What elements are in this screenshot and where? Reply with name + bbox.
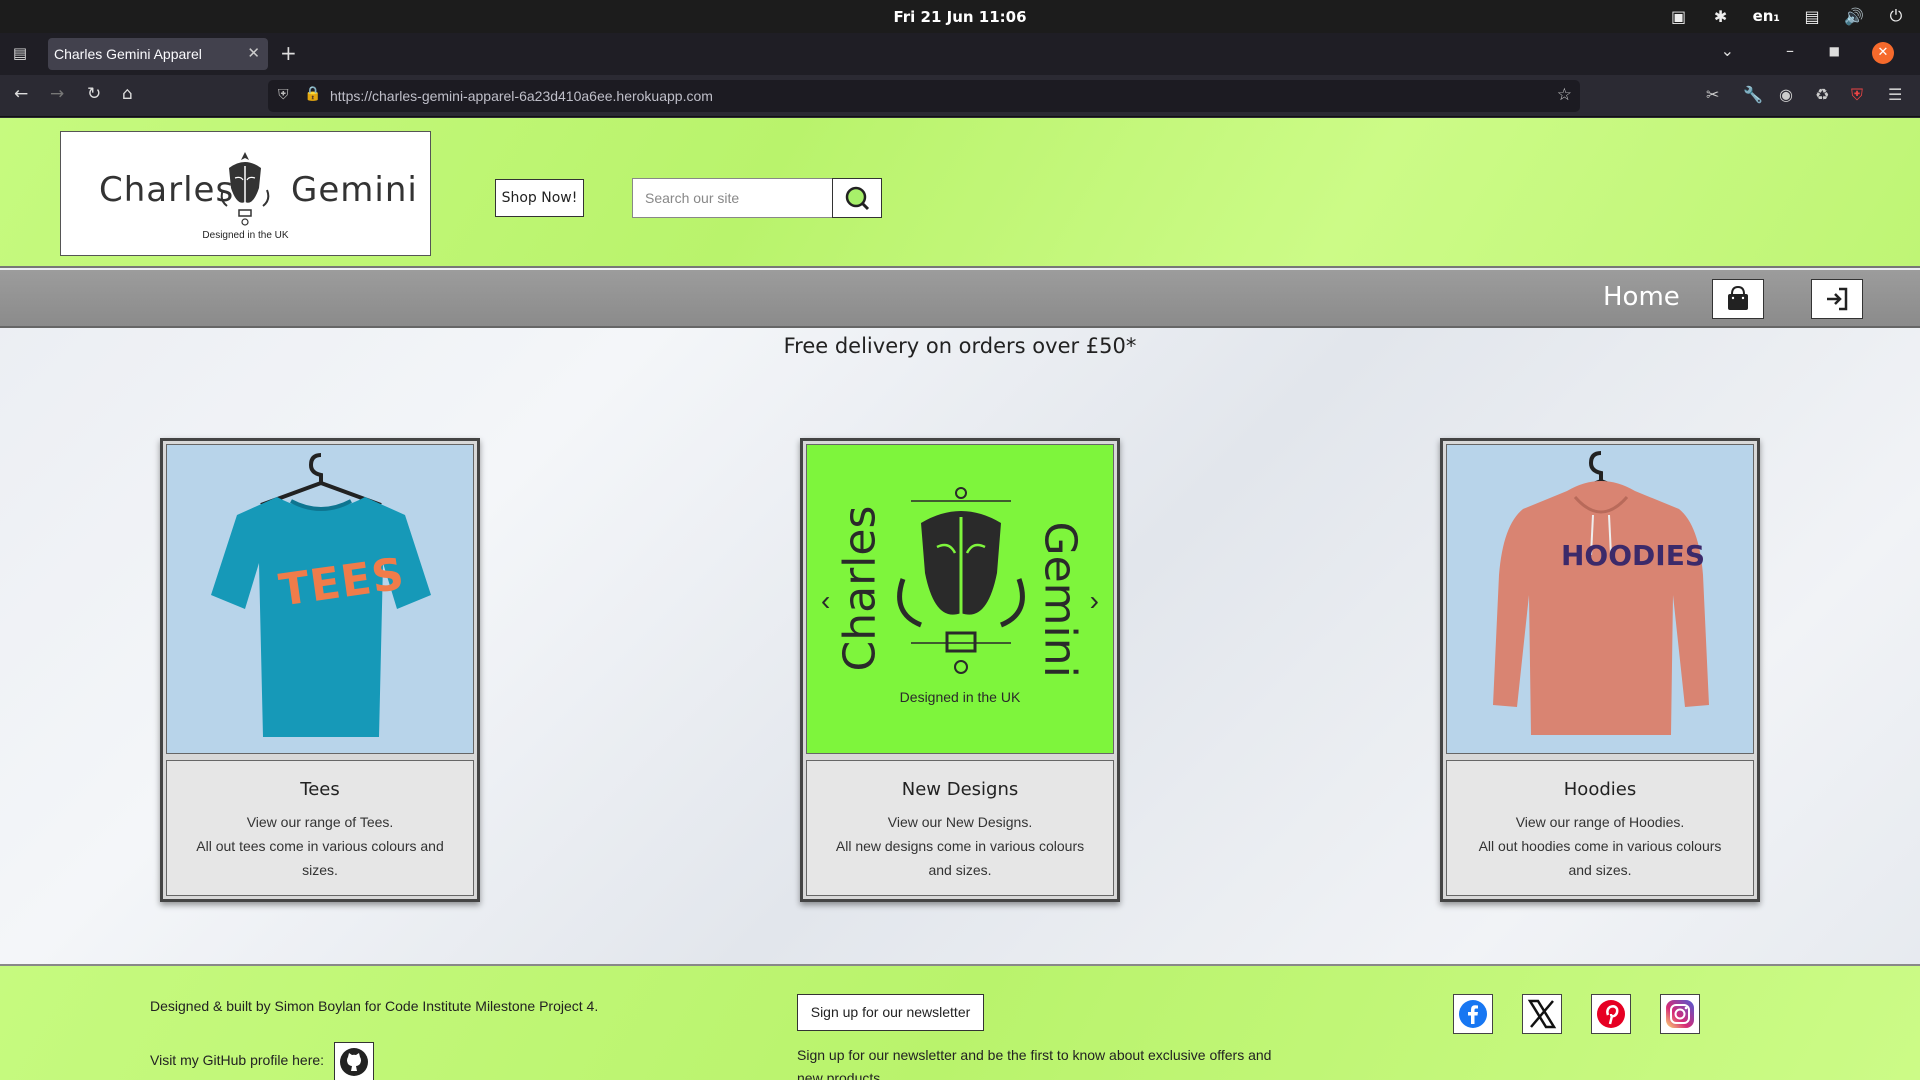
maximize-icon[interactable]: ■ [1829, 44, 1840, 58]
new-designs-tagline: Designed in the UK [899, 689, 1021, 705]
language-indicator[interactable]: en₁ [1753, 7, 1780, 25]
new-designs-word-right: Gemini [1034, 521, 1086, 678]
delivery-promo-banner: Free delivery on orders over £50* [783, 334, 1137, 358]
new-designs-word-left: Charles [834, 505, 886, 672]
card-title[interactable]: Hoodies [1447, 779, 1753, 800]
nav-home-link[interactable]: Home [1603, 282, 1680, 312]
browser-toolbar: ← → ↻ ⌂ ⛨ 🔒 https://charles-gemini-appar… [0, 75, 1920, 117]
tees-image[interactable]: TEES [166, 444, 474, 754]
search-icon [845, 186, 870, 211]
browser-tab-bar: ▤ Charles Gemini Apparel ✕ + ⌄ – ■ ✕ [0, 33, 1920, 75]
search-input[interactable] [632, 178, 833, 218]
display-icon[interactable]: ▣ [1669, 6, 1689, 26]
search-button[interactable] [832, 178, 882, 218]
hoodies-print-text: HOODIES [1561, 539, 1705, 572]
extensions-puzzle-icon[interactable]: ♻ [1815, 85, 1829, 104]
logo-word-right: Gemini [291, 170, 418, 210]
pinterest-icon [1597, 1000, 1625, 1028]
tab-list-chevron-icon[interactable]: ⌄ [1721, 41, 1734, 60]
card-line-2: All out tees come in various colours and… [196, 838, 444, 878]
extensions-tray-icon[interactable]: ✱ [1711, 6, 1731, 26]
site-footer: Designed & built by Simon Boylan for Cod… [0, 964, 1920, 1080]
logo-tagline: Designed in the UK [202, 230, 289, 241]
card-title[interactable]: New Designs [807, 779, 1113, 800]
card-line-2: All new designs come in various colours … [835, 838, 1085, 878]
tab-close-icon[interactable]: ✕ [247, 44, 260, 62]
web-page: Charles Gemini Designed in the UK Shop N… [0, 118, 1920, 1080]
logo-word-left: Charles [99, 170, 235, 210]
bookmark-star-icon[interactable]: ☆ [1557, 85, 1572, 105]
github-label: Visit my GitHub profile here: [150, 1052, 325, 1068]
card-line-2: All out hoodies come in various colours … [1478, 838, 1722, 878]
shopping-bag-button[interactable] [1712, 279, 1764, 319]
site-logo[interactable]: Charles Gemini Designed in the UK [60, 131, 431, 256]
shopping-bag-icon [1728, 285, 1748, 310]
card-title[interactable]: Tees [167, 779, 473, 800]
x-link[interactable] [1522, 994, 1562, 1034]
system-clock[interactable]: Fri 21 Jun 11:06 [0, 8, 1920, 26]
pinterest-link[interactable] [1591, 994, 1631, 1034]
volume-icon[interactable]: 🔊 [1844, 6, 1864, 26]
x-icon [1527, 999, 1557, 1029]
tab-overview-icon[interactable]: ▤ [10, 44, 30, 64]
gemini-emblem-icon [897, 487, 1025, 674]
login-icon [1827, 287, 1848, 311]
tab-title: Charles Gemini Apparel [54, 46, 202, 62]
app-menu-icon[interactable]: ☰ [1888, 85, 1902, 104]
footer-credit: Designed & built by Simon Boylan for Cod… [150, 998, 599, 1014]
gemini-emblem-icon [220, 152, 270, 226]
address-bar[interactable]: ⛨ 🔒 https://charles-gemini-apparel-6a23d… [268, 80, 1580, 112]
hoodie-illustration [1493, 451, 1709, 735]
category-card-hoodies[interactable]: HOODIES Hoodies View our range of Hoodie… [1440, 438, 1760, 902]
card-line-1: View our New Designs. [887, 814, 1033, 830]
github-icon [340, 1048, 368, 1076]
reload-icon[interactable]: ↻ [87, 84, 101, 104]
hoodies-image[interactable]: HOODIES [1446, 444, 1754, 754]
minimize-icon[interactable]: – [1786, 41, 1794, 60]
power-icon[interactable]: ⏻ [1886, 6, 1906, 26]
extension-avatar-icon[interactable]: ◉ [1779, 85, 1793, 104]
screen-icon[interactable]: ▤ [1802, 6, 1822, 26]
new-designs-image[interactable]: Charles Gemini ‹ › Designed in the UK [806, 444, 1114, 754]
instagram-icon [1666, 1000, 1694, 1028]
login-button[interactable] [1811, 279, 1863, 319]
new-tab-icon[interactable]: + [280, 41, 297, 65]
lock-icon[interactable]: 🔒 [304, 86, 321, 102]
wrench-icon[interactable]: 🔧 [1743, 85, 1763, 104]
screenshot-icon[interactable]: ✂ [1706, 85, 1719, 104]
system-top-bar: Fri 21 Jun 11:06 ▣ ✱ en₁ ▤ 🔊 ⏻ [0, 0, 1920, 33]
carousel-next-icon[interactable]: › [1090, 585, 1099, 617]
hoodies-card-body: Hoodies View our range of Hoodies. All o… [1446, 760, 1754, 896]
newsletter-description: Sign up for our newsletter and be the fi… [797, 1047, 1272, 1080]
instagram-link[interactable] [1660, 994, 1700, 1034]
browser-tab[interactable]: Charles Gemini Apparel ✕ [48, 38, 268, 70]
system-tray: ▣ ✱ en₁ ▤ 🔊 ⏻ [1669, 6, 1906, 26]
carousel-prev-icon[interactable]: ‹ [821, 585, 830, 617]
category-card-new-designs[interactable]: Charles Gemini ‹ › Designed in the UK Ne… [800, 438, 1120, 902]
url-text[interactable]: https://charles-gemini-apparel-6a23d410a… [330, 88, 713, 104]
site-nav-bar: Home [0, 270, 1920, 328]
category-card-tees[interactable]: TEES Tees View our range of Tees. All ou… [160, 438, 480, 902]
facebook-link[interactable] [1453, 994, 1493, 1034]
back-icon[interactable]: ← [14, 84, 28, 104]
tees-card-body: Tees View our range of Tees. All out tee… [166, 760, 474, 896]
card-line-1: View our range of Tees. [246, 814, 394, 830]
ublock-icon[interactable]: ⛨ [1851, 85, 1863, 105]
forward-icon[interactable]: → [50, 84, 64, 104]
newsletter-signup-button[interactable]: Sign up for our newsletter [797, 994, 984, 1031]
site-header: Charles Gemini Designed in the UK Shop N… [0, 118, 1920, 268]
window-close-icon[interactable]: ✕ [1872, 42, 1894, 64]
facebook-icon [1459, 1000, 1487, 1028]
card-line-1: View our range of Hoodies. [1515, 814, 1685, 830]
tracking-shield-icon[interactable]: ⛨ [278, 87, 289, 103]
new-designs-card-body: New Designs View our New Designs. All ne… [806, 760, 1114, 896]
home-icon[interactable]: ⌂ [122, 84, 133, 104]
shop-now-button[interactable]: Shop Now! [495, 179, 584, 217]
github-link[interactable] [334, 1042, 374, 1080]
